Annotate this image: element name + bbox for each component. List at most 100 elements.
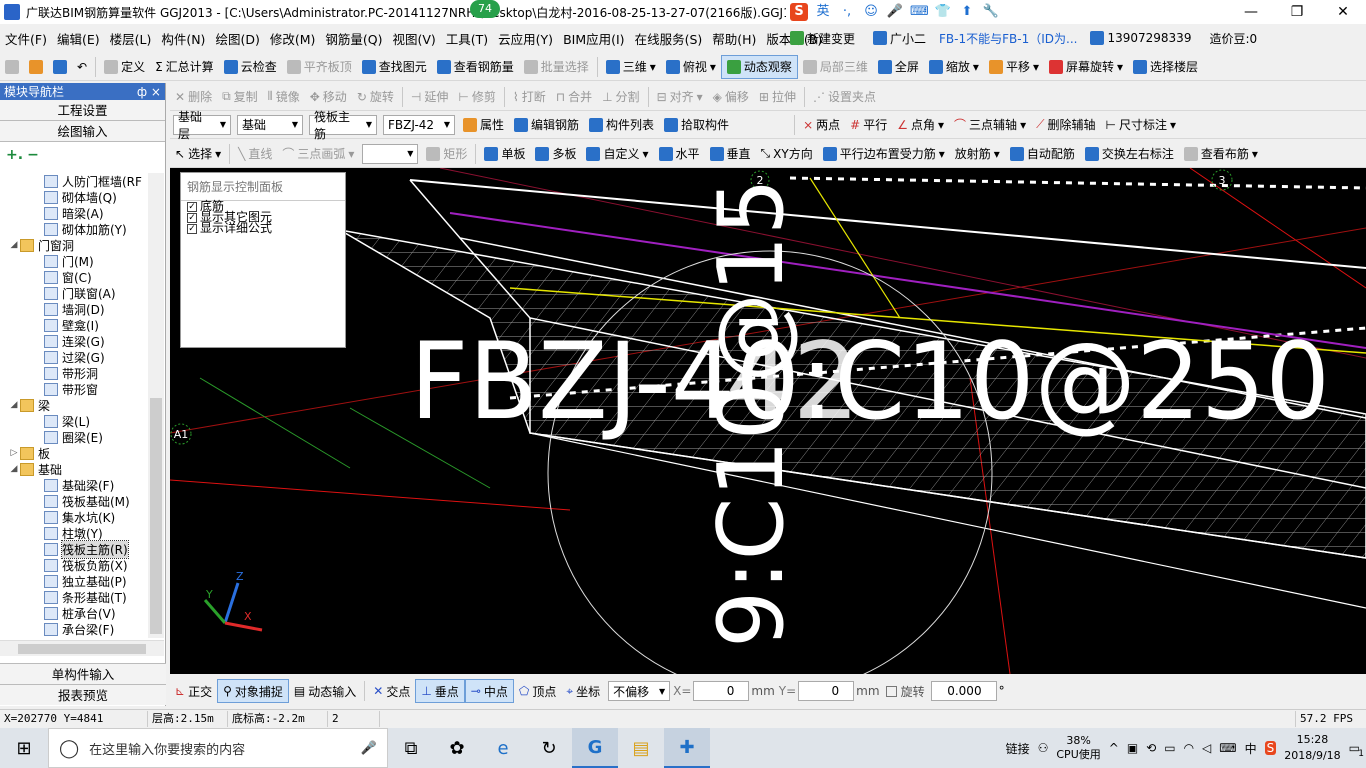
sogou-ime-icon[interactable]: S <box>790 3 808 21</box>
dyn-input-toggle[interactable]: ▤ 动态输入 <box>289 679 361 703</box>
rotate-input[interactable]: 0.000 <box>930 681 997 701</box>
mirror-button[interactable]: ⫴ 镜像 <box>263 85 305 109</box>
wifi-icon[interactable]: ◠ <box>1184 741 1194 755</box>
perpendicular-toggle[interactable]: ⊥ 垂点 <box>415 679 465 703</box>
tree-item[interactable]: 人防门框墙(RF <box>0 173 150 189</box>
new-file-button[interactable] <box>0 55 24 79</box>
copy-button[interactable]: ⧉ 复制 <box>217 85 263 109</box>
fan-app-icon[interactable]: ✿ <box>434 728 480 768</box>
expand-all-icon[interactable]: +. <box>6 147 23 163</box>
parallel-button[interactable]: # 平行 <box>845 113 892 137</box>
new-change-button[interactable]: 新建变更 <box>785 26 860 50</box>
notification-center-icon[interactable]: ▭ 1 <box>1349 741 1364 759</box>
align-button[interactable]: ⊟ 对齐 ▾ <box>652 85 708 109</box>
tree-item[interactable]: 门(M) <box>0 253 150 269</box>
glodon-app-icon[interactable]: G <box>572 728 618 768</box>
option-show-formula[interactable]: ✓ 显示详细公式 <box>181 222 345 234</box>
offset-mode-select[interactable]: 不偏移 ▼ <box>608 681 671 701</box>
tree-item[interactable]: 砌体墙(Q) <box>0 189 150 205</box>
view-rebar-button[interactable]: 查看钢筋量 <box>432 55 519 79</box>
ime-punct-icon[interactable]: ·, <box>838 3 856 21</box>
dim-button[interactable]: ⊢ 尺寸标注 ▾ <box>1101 113 1182 137</box>
category-select[interactable]: 基础 ▼ <box>237 114 303 135</box>
drawing-input-button[interactable]: 绘图输入 <box>0 121 165 142</box>
pan-button[interactable]: 平移 ▾ <box>984 55 1044 79</box>
task-view-icon[interactable]: ⧉ <box>388 728 434 768</box>
extend-button[interactable]: ⊣ 延伸 <box>406 85 453 109</box>
delete-button[interactable]: ✕ 删除 <box>170 85 217 109</box>
menu-floor[interactable]: 楼层(L) <box>105 29 157 48</box>
custom-button[interactable]: 自定义 ▾ <box>581 142 653 166</box>
tree-item[interactable]: 筏板主筋(R) <box>0 539 150 559</box>
del-axis-button[interactable]: ⟋ 删除辅轴 <box>1031 113 1100 137</box>
ime-upload-icon[interactable]: ⬆ <box>958 3 976 21</box>
menu-online[interactable]: 在线服务(S) <box>630 29 708 48</box>
two-points-button[interactable]: ⨯ 两点 <box>798 113 845 137</box>
tree-item[interactable]: 砌体加筋(Y) <box>0 221 150 237</box>
tree-item[interactable]: 筏板基础(M) <box>0 493 150 509</box>
tree-folder[interactable]: ◢ 门窗洞 <box>0 237 150 253</box>
viewport-canvas[interactable]: A1 2 3 FBZJ-40:C10@250 42 9:C10@15 Z Y X <box>170 168 1366 674</box>
ime-voice-icon[interactable]: 🎤 <box>886 3 904 21</box>
local-3d-button[interactable]: 局部三维 <box>798 55 873 79</box>
tree-item[interactable]: 基础梁(F) <box>0 477 150 493</box>
x-input[interactable]: 0 <box>693 681 750 701</box>
windows-start-icon[interactable]: ⊞ <box>0 728 48 768</box>
select-floor-button[interactable]: 选择楼层 <box>1128 55 1203 79</box>
tree-item[interactable]: 梁(L) <box>0 413 150 429</box>
cloud-check-button[interactable]: 云检查 <box>219 55 282 79</box>
ime-skin-icon[interactable]: 👕 <box>934 3 952 21</box>
coordinate-toggle[interactable]: ⌖ 坐标 <box>561 679 605 703</box>
ie-browser-icon[interactable]: e <box>480 728 526 768</box>
tree-folder[interactable]: ◢ 基础 <box>0 461 150 477</box>
swap-label-button[interactable]: 交换左右标注 <box>1080 142 1179 166</box>
flat-top-button[interactable]: 平齐板顶 <box>282 55 357 79</box>
drawing-viewport[interactable]: A1 2 3 FBZJ-40:C10@250 42 9:C10@15 Z Y X… <box>170 168 1366 674</box>
vertex-toggle[interactable]: ⬠ 顶点 <box>514 679 561 703</box>
set-grip-button[interactable]: ⋰ 设置夹点 <box>808 85 881 109</box>
account-button[interactable]: 13907298339 <box>1085 26 1196 50</box>
fullscreen-button[interactable]: 全屏 <box>873 55 924 79</box>
tree-item[interactable]: 独立基础(P) <box>0 573 150 589</box>
menu-component[interactable]: 构件(N) <box>156 29 210 48</box>
radial-button[interactable]: 放射筋 ▾ <box>950 142 1005 166</box>
menu-bim[interactable]: BIM应用(I) <box>558 29 630 48</box>
sum-calc-button[interactable]: Σ 汇总计算 <box>150 55 219 79</box>
open-file-button[interactable] <box>24 55 48 79</box>
tray-sync-icon[interactable]: ⟲ <box>1146 741 1156 755</box>
sogou-tray-icon[interactable]: S <box>1264 741 1277 755</box>
xy-dir-button[interactable]: ⤡ XY方向 <box>756 142 818 166</box>
point-angle-button[interactable]: ∠ 点角 ▾ <box>892 113 949 137</box>
collapse-all-icon[interactable]: − <box>27 147 39 163</box>
tree-folder[interactable]: ▷ 板 <box>0 445 150 461</box>
menu-help[interactable]: 帮助(H) <box>707 29 761 48</box>
volume-icon[interactable]: ◁ <box>1202 741 1211 755</box>
tree-item[interactable]: 窗(C) <box>0 269 150 285</box>
tree-item[interactable]: 连梁(G) <box>0 333 150 349</box>
notification-badge[interactable]: 74 <box>470 0 500 18</box>
microphone-icon[interactable]: 🎤 <box>361 741 377 756</box>
keyboard-icon[interactable]: ⌨ <box>1219 741 1236 755</box>
tree-item[interactable]: 壁龛(I) <box>0 317 150 333</box>
ggj-app-icon[interactable]: ✚ <box>664 728 710 768</box>
tree-item[interactable]: 带形洞 <box>0 365 150 381</box>
multi-board-button[interactable]: 多板 <box>530 142 581 166</box>
obj-snap-toggle[interactable]: ⚲ 对象捕捉 <box>217 679 289 703</box>
tree-item[interactable]: 桩承台(V) <box>0 605 150 621</box>
move-button[interactable]: ✥ 移动 <box>305 85 352 109</box>
element-select[interactable]: FBZJ-42 ▼ <box>383 114 455 135</box>
refresh-app-icon[interactable]: ↻ <box>526 728 572 768</box>
tray-link-label[interactable]: 链接 <box>1006 740 1030 757</box>
ime-lang-toggle[interactable]: 英 <box>814 3 832 21</box>
menu-edit[interactable]: 编辑(E) <box>52 29 105 48</box>
expand-toggle-icon[interactable]: ◢ <box>8 400 20 410</box>
pin-close-icon[interactable]: ф × <box>137 85 161 99</box>
rect-button[interactable]: 矩形 <box>421 142 472 166</box>
checkbox-checked-icon[interactable]: ✓ <box>187 223 197 234</box>
find-elem-button[interactable]: 查找图元 <box>357 55 432 79</box>
tree-item[interactable]: 门联窗(A) <box>0 285 150 301</box>
menu-view[interactable]: 视图(V) <box>387 29 440 48</box>
auto-rebar-button[interactable]: 自动配筋 <box>1005 142 1080 166</box>
props-button[interactable]: 属性 <box>458 113 509 137</box>
trim-button[interactable]: ⊢ 修剪 <box>453 85 500 109</box>
